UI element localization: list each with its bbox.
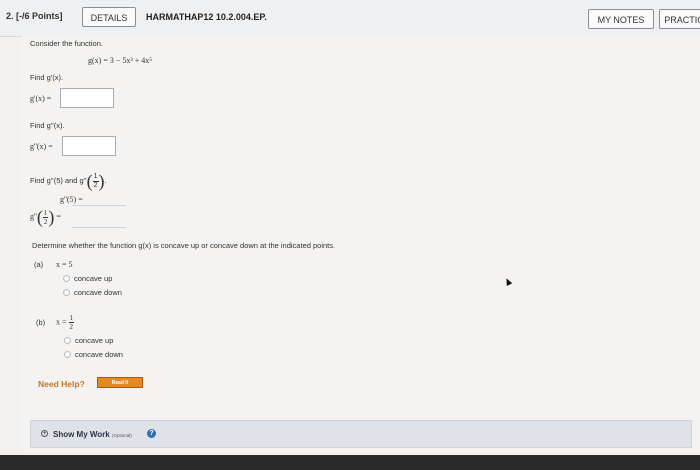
second-derivative-label: g''(x) = bbox=[30, 142, 53, 151]
problem-code: HARMATHAP12 10.2.004.EP. bbox=[146, 12, 267, 22]
function-definition: g(x) = 3 − 5x³ + 4x⁵ bbox=[88, 56, 153, 65]
first-derivative-input[interactable] bbox=[60, 88, 114, 108]
g2-at-half-label: g''(1 2) = bbox=[30, 207, 61, 227]
practice-button[interactable]: PRACTIC bbox=[659, 9, 700, 29]
part-a-concave-down-radio[interactable] bbox=[63, 289, 70, 296]
part-b-concave-up-label: concave up bbox=[75, 336, 114, 345]
bottom-edge-bar bbox=[0, 455, 700, 470]
g2-at-5-input[interactable] bbox=[72, 193, 126, 206]
part-a-label: (a) bbox=[34, 260, 44, 269]
part-b-label: (b) bbox=[36, 318, 46, 327]
find-values-text: Find g''(5) and g''(1 2). bbox=[30, 171, 107, 191]
intro-text: Consider the function. bbox=[30, 39, 103, 48]
second-derivative-input[interactable] bbox=[62, 136, 116, 156]
my-notes-button[interactable]: MY NOTES bbox=[588, 9, 654, 29]
part-b-x-value: x = 12 bbox=[56, 314, 75, 331]
find-second-derivative-text: Find g''(x). bbox=[30, 121, 65, 130]
question-header: 2. [-/6 Points] DETAILS HARMATHAP12 10.2… bbox=[0, 0, 700, 37]
concavity-prompt: Determine whether the function g(x) is c… bbox=[32, 241, 336, 250]
part-b-concave-down-label: concave down bbox=[75, 350, 123, 359]
need-help-label: Need Help? bbox=[38, 379, 85, 389]
part-a-x-value: x = 5 bbox=[56, 260, 73, 269]
part-a-concave-down-label: concave down bbox=[74, 288, 122, 297]
expand-plus-icon[interactable]: + bbox=[41, 430, 48, 437]
show-my-work-bar[interactable]: + Show My Work (Optional) ? bbox=[30, 420, 692, 448]
help-info-icon[interactable]: ? bbox=[147, 429, 156, 438]
find-first-derivative-text: Find g'(x). bbox=[30, 73, 64, 82]
read-it-button[interactable]: Read It bbox=[97, 377, 143, 388]
g2-at-half-input[interactable] bbox=[72, 215, 126, 228]
part-a-concave-up-label: concave up bbox=[74, 274, 113, 283]
question-points-label: 2. [-/6 Points] bbox=[6, 11, 63, 21]
question-body: Consider the function. g(x) = 3 − 5x³ + … bbox=[22, 36, 700, 454]
part-b-concave-up-radio[interactable] bbox=[64, 337, 71, 344]
first-derivative-label: g'(x) = bbox=[30, 94, 52, 103]
details-button[interactable]: DETAILS bbox=[82, 7, 136, 27]
show-my-work-label: Show My Work (Optional) bbox=[53, 430, 132, 439]
part-a-concave-up-radio[interactable] bbox=[63, 275, 70, 282]
part-b-concave-down-radio[interactable] bbox=[64, 351, 71, 358]
